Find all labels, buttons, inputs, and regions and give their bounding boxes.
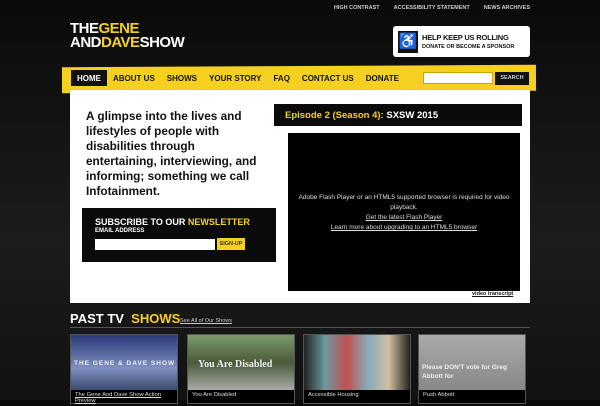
html5-link[interactable]: Learn more about upgrading to an HTML5 b…	[288, 223, 520, 233]
flash-message: Adobe Flash Player or an HTML5 supported…	[298, 194, 510, 211]
show-thumb[interactable]: You Are Disabled You Are Disabled	[187, 334, 295, 404]
newsletter-title-white: SUBSCRIBE TO OUR	[95, 217, 186, 227]
nav-shows[interactable]: SHOWS	[161, 70, 203, 86]
sponsor-subtitle: DONATE OR BECOME A SPONSOR	[422, 44, 515, 50]
show-caption[interactable]: Accessible Housing	[304, 390, 410, 400]
nav-donate[interactable]: DONATE	[360, 70, 405, 86]
newsletter-title-yellow: NEWSLETTER	[187, 217, 250, 227]
intro-text: A glimpse into the lives and lifestyles …	[86, 109, 257, 198]
email-input[interactable]	[95, 239, 215, 250]
email-label: EMAIL ADDRESS	[95, 228, 145, 234]
flash-player-link[interactable]: Get the latest Flash Player	[288, 213, 520, 223]
newsletter-box: SUBSCRIBE TO OUR NEWSLETTER EMAIL ADDRES…	[82, 208, 276, 262]
search-input[interactable]	[423, 72, 493, 84]
show-overlay: THE GENE & DAVE SHOW	[74, 360, 176, 367]
newsletter-title: SUBSCRIBE TO OUR NEWSLETTER	[95, 217, 263, 227]
show-overlay: Please DON'T vote for Greg Abbott for	[422, 364, 507, 380]
nav-contact-us[interactable]: CONTACT US	[296, 70, 360, 86]
show-image	[304, 335, 410, 390]
search-button[interactable]: SEARCH	[495, 72, 529, 85]
news-archives-link[interactable]: NEWS ARCHIVES	[484, 5, 530, 11]
site-logo[interactable]: THEGENE ANDDAVESHOW	[70, 21, 185, 51]
show-thumb[interactable]: THE GENE & DAVE SHOW The Gene And Dave S…	[70, 334, 178, 404]
sponsor-title: HELP KEEP US ROLLING	[422, 33, 509, 42]
show-caption[interactable]: Push Abbott	[419, 390, 525, 400]
episode-name: SXSW 2015	[386, 110, 439, 121]
nav-about-us[interactable]: ABOUT US	[107, 70, 161, 86]
nav-your-story[interactable]: YOUR STORY	[203, 70, 267, 86]
logo-show: SHOW	[139, 34, 185, 51]
signup-button[interactable]: SIGN-UP	[217, 238, 245, 250]
logo-and: AND	[70, 34, 102, 51]
past-shows-heading: PAST TV SHOWS	[70, 311, 180, 326]
show-thumb[interactable]: Accessible Housing	[303, 334, 411, 404]
high-contrast-link[interactable]: HIGH CONTRAST	[334, 5, 380, 11]
episode-prefix: Episode 2 (Season 4):	[285, 110, 384, 121]
past-heading-white: PAST TV	[70, 311, 124, 326]
logo-dave: DAVE	[101, 34, 140, 51]
show-caption[interactable]: The Gene And Dave Show Action Preview	[71, 390, 177, 406]
show-overlay: You Are Disabled	[198, 359, 273, 370]
main-nav: HOME ABOUT US SHOWS YOUR STORY FAQ CONTA…	[71, 70, 405, 86]
nav-faq[interactable]: FAQ	[267, 70, 295, 86]
episode-title: Episode 2 (Season 4): SXSW 2015	[274, 104, 522, 126]
past-heading-yellow: SHOWS	[131, 311, 181, 326]
accessibility-link[interactable]: ACCESSIBILITY STATEMENT	[394, 5, 470, 11]
show-caption[interactable]: You Are Disabled	[188, 390, 294, 400]
video-transcript-link[interactable]: video transcript	[472, 291, 513, 297]
divider	[70, 327, 530, 328]
video-player[interactable]: Adobe Flash Player or an HTML5 supported…	[288, 133, 520, 291]
nav-home[interactable]: HOME	[71, 70, 107, 86]
see-all-shows-link[interactable]: See All of Our Shows	[180, 318, 232, 324]
wheelchair-icon: ♿	[398, 30, 418, 53]
show-thumb[interactable]: Please DON'T vote for Greg Abbott for Pu…	[418, 334, 526, 404]
utility-links: HIGH CONTRAST ACCESSIBILITY STATEMENT NE…	[334, 5, 530, 11]
sponsor-banner[interactable]: ♿ HELP KEEP US ROLLING DONATE OR BECOME A…	[393, 26, 530, 57]
